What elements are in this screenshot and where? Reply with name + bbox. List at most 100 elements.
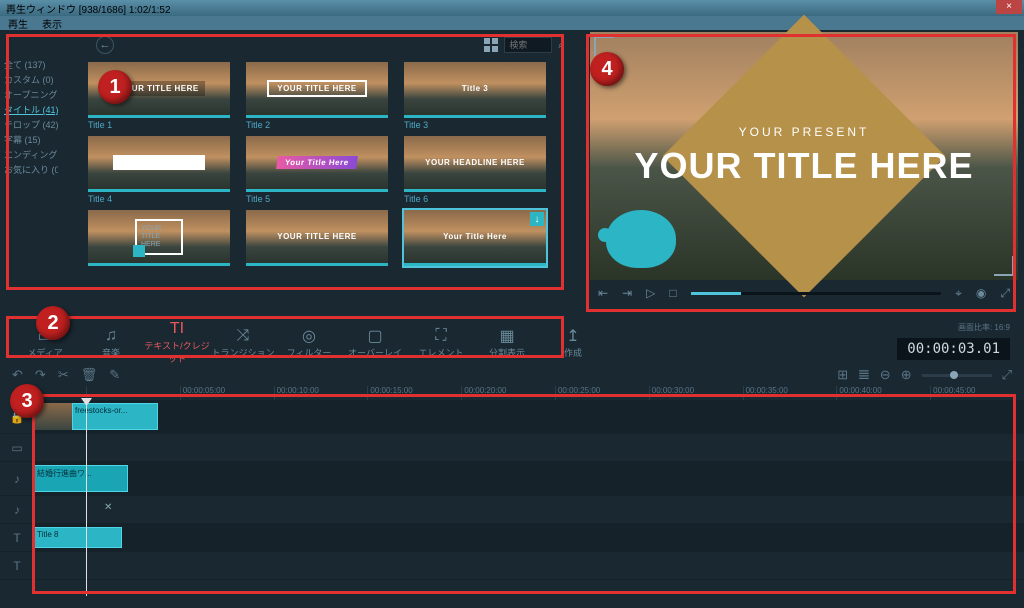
play-button[interactable]: ▷ <box>646 286 655 300</box>
zoom-fit-icon[interactable]: ⤢ <box>1002 367 1012 383</box>
tab-label: メディア <box>12 346 78 359</box>
sidebar-item-all[interactable]: 全て (137) <box>4 58 58 73</box>
timeline-ruler[interactable]: 00:00:05:0000:00:10:0000:00:15:0000:00:2… <box>0 386 1024 400</box>
tab-label: トランジション <box>210 346 276 359</box>
tab-音楽[interactable]: ♫音楽 <box>78 326 144 359</box>
marker-icon[interactable]: 𝌆 <box>858 367 870 383</box>
sidebar-item-ending[interactable]: エンディング (14) <box>4 148 58 163</box>
sidebar-item-favorite[interactable]: お気に入り (0) <box>4 163 58 178</box>
redo-button[interactable]: ↷ <box>35 367 46 383</box>
search-icon[interactable]: ⌕ <box>558 40 564 51</box>
audio-track-icon[interactable]: ♪ <box>0 472 34 486</box>
video2-track-icon[interactable]: ▭ <box>0 441 34 455</box>
tab-オーバーレイ[interactable]: ▢オーバーレイ <box>342 326 408 359</box>
delete-marker-icon[interactable]: ✕ <box>104 502 112 513</box>
preview-subtitle: YOUR PRESENT <box>634 125 973 139</box>
tab-label: 分割表示 <box>474 346 540 359</box>
fullscreen-button[interactable]: ⤢ <box>1000 286 1010 301</box>
title-thumb-5[interactable]: Your Title HereTitle 5 <box>246 136 388 204</box>
fit-zoom-icon[interactable]: ⊞ <box>837 367 848 383</box>
tab-icon: ▦ <box>474 326 540 346</box>
tab-フィルター[interactable]: ◎フィルター <box>276 326 342 359</box>
video-track-2[interactable] <box>34 434 1024 461</box>
tab-エレメント[interactable]: ⛶エレメント <box>408 326 474 359</box>
zoom-slider[interactable] <box>922 374 992 377</box>
timeline-tracks: 🔒 freestocks-or... ▭ ♪ 結婚行進曲ワ... ♪ ✕ T T… <box>0 400 1024 596</box>
title-thumb-8[interactable]: YOUR TITLE HERE <box>246 210 388 268</box>
module-tabs: ▭メディア♫音楽TIテキスト/クレジット⤨トランジション◎フィルター▢オーバーレ… <box>0 320 1024 364</box>
title-clip[interactable]: Title 8 <box>34 527 122 548</box>
ruler-tick: 00:00:25:00 <box>555 386 649 400</box>
grid-view-icon[interactable] <box>484 38 498 52</box>
title-track[interactable]: Title 8 <box>34 524 1024 551</box>
sidebar-item-title[interactable]: タイトル (41) <box>4 103 58 118</box>
playhead[interactable] <box>86 400 87 596</box>
title2-track-icon[interactable]: T <box>0 559 34 573</box>
title-thumb-4[interactable]: YOUR TITLE HERETitle 4 <box>88 136 230 204</box>
back-button[interactable]: ← <box>96 36 114 54</box>
zoom-in-button[interactable]: ⊕ <box>901 367 912 383</box>
tab-メディア[interactable]: ▭メディア <box>12 326 78 359</box>
snapshot-button[interactable]: ⌖ <box>955 286 962 301</box>
title-thumb-1[interactable]: YOUR TITLE HERETitle 1 <box>88 62 230 130</box>
audio-track-2[interactable]: ✕ <box>34 496 1024 523</box>
audio-track[interactable]: 結婚行進曲ワ... <box>34 462 1024 495</box>
close-button[interactable]: × <box>996 0 1022 14</box>
tab-トランジション[interactable]: ⤨トランジション <box>210 326 276 359</box>
title-track-2[interactable] <box>34 552 1024 579</box>
video-clip-thumb[interactable] <box>34 403 72 430</box>
preview-panel: YOUR PRESENT YOUR TITLE HERE ⇤ ⇥ ▷ □ ⌖ ◉… <box>590 32 1018 320</box>
title-library-panel: ← ⌕ YOUR TITLE HERETitle 1YOUR TITLE HER… <box>62 32 572 320</box>
undo-button[interactable]: ↶ <box>12 367 23 383</box>
audio-clip[interactable]: 結婚行進曲ワ... <box>34 465 128 492</box>
audio2-track-icon[interactable]: ♪ <box>0 503 34 517</box>
tab-label: 作成 <box>540 346 606 359</box>
lock-track-icon[interactable]: 🔒 <box>0 410 34 424</box>
sidebar-item-custom[interactable]: カスタム (0) <box>4 73 58 88</box>
record-button[interactable]: ◉ <box>976 286 986 300</box>
ruler-tick: 00:00:45:00 <box>930 386 1024 400</box>
zoom-out-button[interactable]: ⊖ <box>880 367 891 383</box>
sidebar-item-opening[interactable]: オープニング (25) <box>4 88 58 103</box>
title-thumb-6[interactable]: YOUR HEADLINE HERETitle 6 <box>404 136 546 204</box>
stop-button[interactable]: □ <box>669 286 676 300</box>
download-icon[interactable]: ↓ <box>530 212 544 226</box>
timecode-display: 00:00:03.01 <box>897 338 1010 360</box>
ruler-tick: 00:00:30:00 <box>649 386 743 400</box>
cut-button[interactable]: ✂ <box>58 367 69 383</box>
video-clip[interactable]: freestocks-or... <box>72 403 158 430</box>
tab-label: テキスト/クレジット <box>144 339 210 365</box>
title-thumb-3[interactable]: Title 3Title 3 <box>404 62 546 130</box>
next-frame-button[interactable]: ⇥ <box>622 286 632 300</box>
preview-scrubber[interactable] <box>691 292 942 295</box>
title-thumb-9[interactable]: Your Title Here↓ <box>404 210 546 268</box>
tab-icon: TI <box>144 319 210 339</box>
delete-button[interactable]: 🗑 <box>81 367 98 383</box>
prev-frame-button[interactable]: ⇤ <box>598 286 608 300</box>
tab-icon: ⤨ <box>210 326 276 346</box>
preview-title: YOUR TITLE HERE <box>634 145 973 187</box>
menu-view[interactable]: 表示 <box>42 16 62 30</box>
tab-label: 音楽 <box>78 346 144 359</box>
menu-play[interactable]: 再生 <box>8 16 28 30</box>
tab-テキスト/クレジット[interactable]: TIテキスト/クレジット <box>144 319 210 365</box>
thumb-caption: Title 6 <box>404 194 546 204</box>
ruler-tick: 00:00:35:00 <box>743 386 837 400</box>
category-sidebar: 全て (137) カスタム (0) オープニング (25) タイトル (41) … <box>0 32 62 320</box>
video-track[interactable]: freestocks-or... <box>34 400 1024 433</box>
ruler-tick: 00:00:10:00 <box>274 386 368 400</box>
tab-作成[interactable]: ↥作成 <box>540 326 606 359</box>
search-input[interactable] <box>504 37 552 53</box>
preview-canvas[interactable]: YOUR PRESENT YOUR TITLE HERE <box>590 32 1018 280</box>
edit-button[interactable]: ✎ <box>109 367 120 383</box>
title-track-icon[interactable]: T <box>0 531 34 545</box>
window-title: 再生ウィンドウ [938/1686] 1:02/1:52 <box>6 1 171 16</box>
thumb-caption: Title 4 <box>88 194 230 204</box>
sidebar-item-telop[interactable]: テロップ (42) <box>4 118 58 133</box>
tab-分割表示[interactable]: ▦分割表示 <box>474 326 540 359</box>
window-titlebar: 再生ウィンドウ [938/1686] 1:02/1:52 × <box>0 0 1024 16</box>
title-thumb-7[interactable]: YOUR TITLE HERE <box>88 210 230 268</box>
title-thumb-2[interactable]: YOUR TITLE HERETitle 2 <box>246 62 388 130</box>
sidebar-item-subtitle[interactable]: 字幕 (15) <box>4 133 58 148</box>
ruler-tick: 00:00:15:00 <box>367 386 461 400</box>
